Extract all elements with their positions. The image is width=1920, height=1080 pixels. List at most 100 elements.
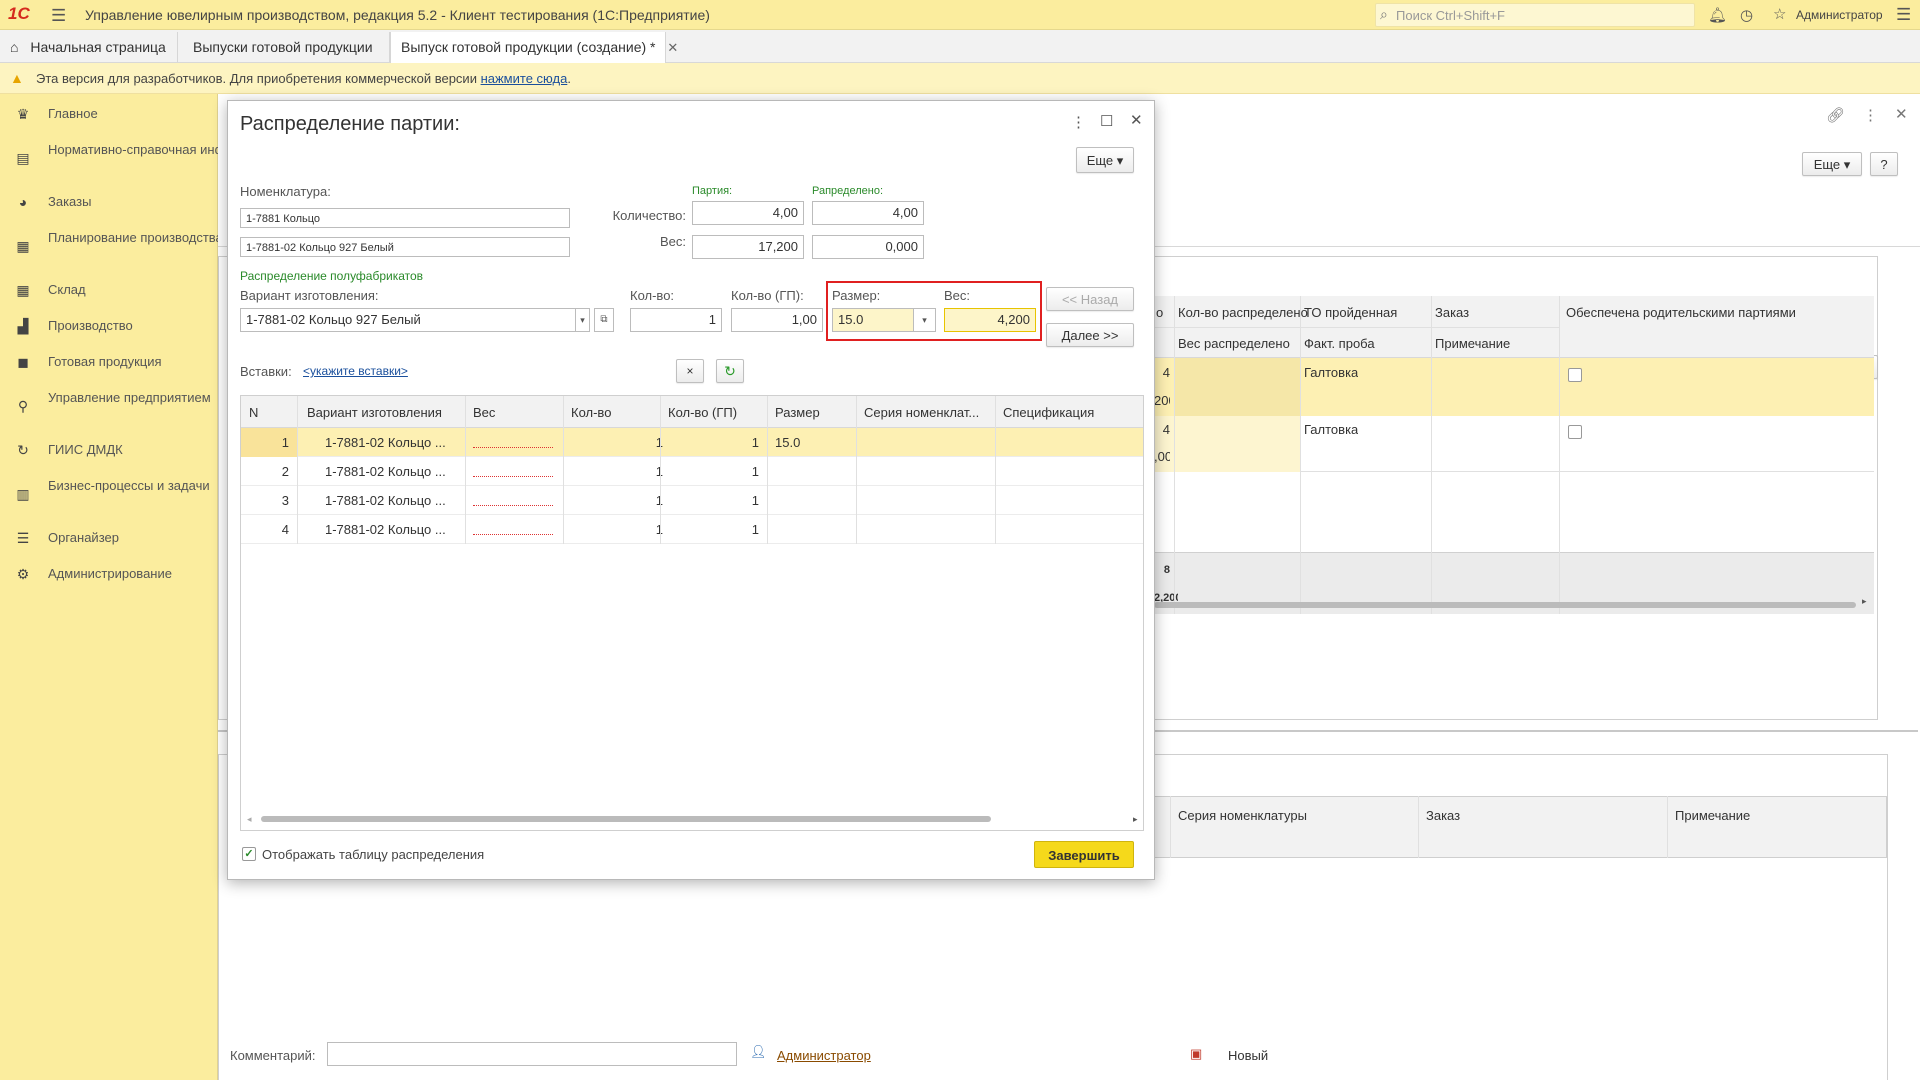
- row-variant: 1-7881-02 Кольцо ...: [325, 435, 446, 450]
- bg-horizontal-scrollbar[interactable]: [1154, 602, 1856, 608]
- qty-label: Количество:: [612, 208, 686, 223]
- sync-icon: ↻: [17, 442, 29, 458]
- refresh-icon[interactable]: ↻: [716, 359, 744, 383]
- col-header-n: N: [249, 405, 259, 420]
- party-qty-field[interactable]: 4,00: [692, 201, 804, 225]
- table-row[interactable]: 1 1-7881-02 Кольцо ... 1 1 15.0: [241, 428, 1143, 457]
- table-horizontal-scrollbar[interactable]: [261, 816, 991, 822]
- bg-lower-col-header: Серия номенклатуры: [1178, 808, 1307, 823]
- distributed-qty-field[interactable]: 4,00: [812, 201, 924, 225]
- gear-icon: ⚙: [16, 566, 30, 582]
- row-qty-gp: 1: [751, 435, 759, 450]
- col-header-qty-gp: Кол-во (ГП): [668, 405, 738, 420]
- dialog-more-label: Еще: [1086, 153, 1114, 168]
- app-menu-icon[interactable]: ☰: [1896, 5, 1911, 25]
- link-icon[interactable]: 🔗︎: [1826, 106, 1845, 124]
- tab-release-create[interactable]: Выпуск готовой продукции (создание) * ✕: [390, 32, 678, 63]
- party-label: Партия:: [692, 185, 733, 197]
- scroll-right-icon[interactable]: ▸: [1133, 814, 1138, 825]
- batch-distribution-dialog: Распределение партии: ⋮ ☐ ✕ Еще ▾ Номенк…: [227, 100, 1155, 880]
- row-qty-gp: 1: [751, 464, 759, 479]
- close-form-icon[interactable]: ✕: [1895, 105, 1908, 123]
- bell-icon[interactable]: 🔔︎: [1708, 6, 1727, 24]
- bg-col-header: Факт. проба: [1304, 336, 1375, 351]
- bg-row-qty: 4: [1162, 365, 1170, 380]
- purchase-link[interactable]: нажмите сюда: [481, 71, 568, 86]
- current-user[interactable]: Администратор: [1796, 8, 1883, 22]
- list-icon: ☰: [16, 530, 30, 546]
- scroll-right-icon[interactable]: ▸: [1862, 596, 1867, 607]
- weight2-label: Вес:: [944, 288, 971, 303]
- col-divider: [660, 396, 661, 544]
- count-gp-field[interactable]: 1,00: [731, 308, 823, 332]
- tab-home[interactable]: ⌂ Начальная страница: [0, 32, 178, 62]
- weight-required-mark: [473, 534, 553, 535]
- tab-home-label: Начальная страница: [30, 39, 166, 55]
- semi-section-title: Распределение полуфабрикатов: [240, 269, 424, 283]
- main-menu-icon[interactable]: ☰: [51, 6, 66, 26]
- distribution-table: N Вариант изготовления Вес Кол-во Кол-во…: [240, 395, 1144, 831]
- inserts-label: Вставки:: [240, 364, 292, 379]
- finish-button[interactable]: Завершить: [1034, 841, 1134, 868]
- size-dropdown-icon[interactable]: ▾: [914, 308, 936, 332]
- weight2-field[interactable]: 4,200: [944, 308, 1036, 332]
- inserts-link[interactable]: <укажите вставки>: [303, 364, 408, 378]
- sidebar-item-label: Администрирование: [48, 566, 172, 581]
- dialog-more-button[interactable]: Еще ▾: [1076, 147, 1134, 173]
- maximize-icon[interactable]: ☐: [1100, 112, 1113, 130]
- sidebar-item-label: Управление предприятием: [48, 390, 211, 405]
- dialog-more-icon[interactable]: ⋮: [1071, 113, 1086, 131]
- global-search-input[interactable]: ⌕ Поиск Ctrl+Shift+F: [1375, 3, 1695, 27]
- table-row[interactable]: 2 1-7881-02 Кольцо ... 1 1: [241, 457, 1143, 486]
- scroll-left-icon[interactable]: ◂: [247, 814, 252, 825]
- nomenclature-field[interactable]: 1-7881 Кольцо: [240, 208, 570, 228]
- next-button[interactable]: Далее >>: [1046, 323, 1134, 347]
- tab-releases-label: Выпуски готовой продукции: [193, 39, 373, 55]
- search-icon: ⌕: [1380, 6, 1388, 22]
- comment-label: Комментарий:: [230, 1048, 316, 1063]
- bg-row-to: Галтовка: [1304, 422, 1359, 437]
- history-icon[interactable]: ◷: [1740, 6, 1753, 24]
- variant-dropdown-icon[interactable]: ▾: [576, 308, 590, 332]
- bg-col-header: Обеспечена родительскими партиями: [1566, 305, 1796, 320]
- show-table-checkbox[interactable]: ✓: [242, 847, 256, 861]
- col-header-qty: Кол-во: [571, 405, 612, 420]
- bg-lower-col-header: Примечание: [1675, 808, 1751, 823]
- tab-bar: ⌂ Начальная страница Выпуски готовой про…: [0, 30, 1920, 63]
- author-link[interactable]: Администратор: [777, 1048, 871, 1063]
- open-variant-icon[interactable]: ⧉: [594, 308, 614, 332]
- row-variant: 1-7881-02 Кольцо ...: [325, 464, 446, 479]
- row-qty: 1: [566, 522, 663, 537]
- dialog-close-icon[interactable]: ✕: [1130, 111, 1143, 129]
- comment-input[interactable]: [327, 1042, 737, 1066]
- count-field[interactable]: 1: [630, 308, 722, 332]
- bg-row-to: Галтовка: [1304, 365, 1359, 380]
- nomenclature-variant-field[interactable]: 1-7881-02 Кольцо 927 Белый: [240, 237, 570, 257]
- warning-icon: ▲: [10, 70, 24, 86]
- close-tab-icon[interactable]: ✕: [667, 40, 678, 55]
- table-row[interactable]: 3 1-7881-02 Кольцо ... 1 1: [241, 486, 1143, 515]
- warning-tail: .: [567, 71, 571, 86]
- weight-required-mark: [473, 447, 553, 448]
- back-button[interactable]: << Назад: [1046, 287, 1134, 311]
- table-row[interactable]: 4 1-7881-02 Кольцо ... 1 1: [241, 515, 1143, 544]
- size-field[interactable]: 15.0: [832, 308, 914, 332]
- clear-button[interactable]: ×: [676, 359, 704, 383]
- bg-more-button[interactable]: Еще ▾: [1802, 152, 1862, 176]
- bg-grid-divider: [1300, 296, 1301, 614]
- search-placeholder: Поиск Ctrl+Shift+F: [1396, 8, 1505, 23]
- distributed-weight-field[interactable]: 0,000: [812, 235, 924, 259]
- star-icon[interactable]: ☆: [1773, 5, 1786, 23]
- bg-row-checkbox[interactable]: [1568, 425, 1582, 439]
- bg-lower-divider: [1667, 796, 1668, 858]
- help-button[interactable]: ?: [1870, 152, 1898, 176]
- bg-row-checkbox[interactable]: [1568, 368, 1582, 382]
- row-qty: 1: [566, 464, 663, 479]
- bg-lower-col-header: Заказ: [1426, 808, 1461, 823]
- row-n: 4: [281, 522, 289, 537]
- bg-total-qty: 8: [1163, 564, 1170, 576]
- more-vertical-icon[interactable]: ⋮: [1863, 106, 1878, 124]
- variant-select[interactable]: 1-7881-02 Кольцо 927 Белый: [240, 308, 576, 332]
- tab-releases[interactable]: Выпуски готовой продукции: [183, 32, 390, 62]
- party-weight-field[interactable]: 17,200: [692, 235, 804, 259]
